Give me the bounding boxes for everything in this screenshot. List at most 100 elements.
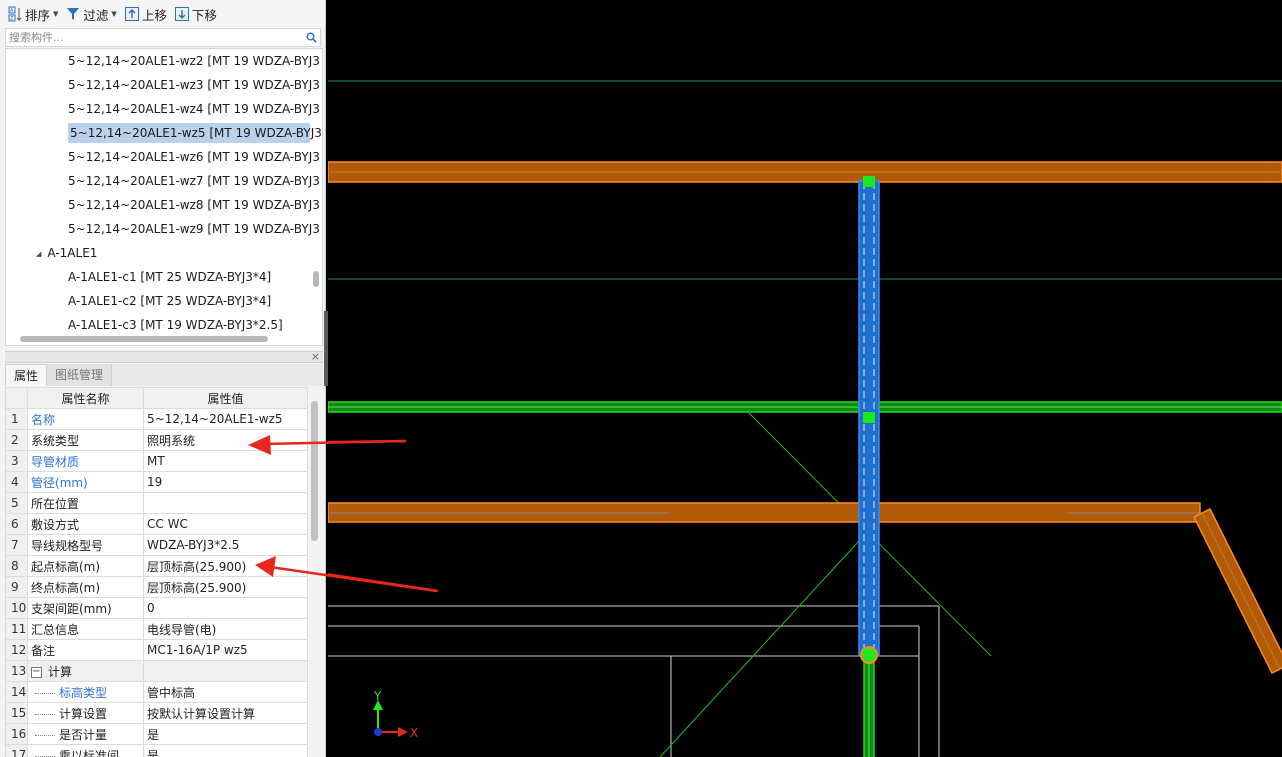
orange-cable-tray-diagonal[interactable] <box>1192 507 1282 675</box>
tree-group-label: A-1ALE1 <box>47 246 98 260</box>
tree-item[interactable]: 5~12,14~20ALE1-wz3 [MT 19 WDZA-BYJ3 <box>68 75 320 95</box>
table-row[interactable]: 7 导线规格型号 WDZA-BYJ3*2.5 <box>5 534 308 556</box>
table-row[interactable]: 5 所在位置 <box>5 492 308 514</box>
sort-button[interactable]: AZ 排序 ▼ <box>8 3 58 25</box>
header-index <box>5 387 28 409</box>
property-name: 所在位置 <box>27 492 144 514</box>
tree-item[interactable]: A-1ALE1-c3 [MT 19 WDZA-BYJ3*2.5] <box>68 315 283 335</box>
table-row[interactable]: 14 标高类型 管中标高 <box>5 681 308 703</box>
tree-indent-line <box>35 692 55 694</box>
table-row[interactable]: 16 是否计量 是 <box>5 723 308 745</box>
grip-point-top[interactable] <box>863 176 875 187</box>
component-tree: 5~12,14~20ALE1-wz2 [MT 19 WDZA-BYJ3 5~12… <box>5 48 323 346</box>
property-value[interactable]: 层顶标高(25.900) <box>143 576 308 598</box>
row-number: 10 <box>5 597 28 619</box>
tree-item[interactable]: 5~12,14~20ALE1-wz6 [MT 19 WDZA-BYJ3 <box>68 147 320 167</box>
row-number: 12 <box>5 639 28 661</box>
tree-indent-line <box>35 755 55 757</box>
table-row[interactable]: 2 系统类型 照明系统 <box>5 429 308 451</box>
property-name-cell: 标高类型 <box>27 681 144 703</box>
property-value[interactable]: 照明系统 <box>143 429 308 451</box>
property-value[interactable]: WDZA-BYJ3*2.5 <box>143 534 308 556</box>
collapse-minus-icon[interactable]: − <box>31 666 42 678</box>
search-input[interactable] <box>6 31 302 44</box>
property-value[interactable]: 19 <box>143 471 308 493</box>
tree-item[interactable]: 5~12,14~20ALE1-wz7 [MT 19 WDZA-BYJ3 <box>68 171 320 191</box>
property-value[interactable]: MT <box>143 450 308 472</box>
tree-item[interactable]: A-1ALE1-c2 [MT 25 WDZA-BYJ3*4] <box>68 291 271 311</box>
grip-point-middle[interactable] <box>863 412 875 423</box>
tree-item[interactable]: 5~12,14~20ALE1-wz9 [MT 19 WDZA-BYJ3 <box>68 219 320 239</box>
table-row[interactable]: 8 起点标高(m) 层顶标高(25.900) <box>5 555 308 577</box>
grip-point-end[interactable] <box>860 646 878 664</box>
panel-splitter[interactable]: × <box>5 350 323 363</box>
property-value[interactable]: 是 <box>143 744 308 757</box>
property-value[interactable] <box>143 492 308 514</box>
row-number: 14 <box>5 681 28 703</box>
ucs-axis-icon <box>373 700 408 737</box>
search-icon[interactable] <box>302 32 320 43</box>
filter-button[interactable]: 过滤 ▼ <box>66 3 117 25</box>
table-row[interactable]: 10 支架间距(mm) 0 <box>5 597 308 619</box>
property-name: 起点标高(m) <box>27 555 144 577</box>
tab-drawing-management[interactable]: 图纸管理 <box>47 364 113 386</box>
move-down-button[interactable]: 下移 <box>174 3 217 25</box>
cad-canvas[interactable]: Y X <box>328 0 1282 757</box>
property-value[interactable]: CC WC <box>143 513 308 535</box>
property-value[interactable]: MC1-16A/1P wz5 <box>143 639 308 661</box>
property-value[interactable]: 按默认计算设置计算 <box>143 702 308 724</box>
property-value[interactable]: 层顶标高(25.900) <box>143 555 308 577</box>
cad-viewport[interactable]: Y X <box>328 0 1282 757</box>
property-value[interactable]: 0 <box>143 597 308 619</box>
row-number: 8 <box>5 555 28 577</box>
property-tabs: 属性 图纸管理 <box>5 364 323 386</box>
move-up-label: 上移 <box>141 7 167 23</box>
tree-item[interactable]: 5~12,14~20ALE1-wz2 [MT 19 WDZA-BYJ3 <box>68 51 320 71</box>
row-number: 9 <box>5 576 28 598</box>
tree-horizontal-scrollbar[interactable] <box>20 336 268 342</box>
property-name: 导线规格型号 <box>27 534 144 556</box>
tree-item[interactable]: A-1ALE1-c1 [MT 25 WDZA-BYJ3*4] <box>68 267 271 287</box>
close-icon[interactable]: × <box>311 350 320 363</box>
table-row[interactable]: 6 敷设方式 CC WC <box>5 513 308 535</box>
table-row[interactable]: 4 管径(mm) 19 <box>5 471 308 493</box>
green-conduit-horizontal[interactable] <box>328 401 1282 413</box>
table-row[interactable]: 11 汇总信息 电线导管(电) <box>5 618 308 640</box>
orange-cable-tray-middle[interactable] <box>328 502 1201 523</box>
property-table-scrollbar[interactable] <box>311 401 318 541</box>
table-row[interactable]: 17 乘以标准间 是 <box>5 744 308 757</box>
property-name: 计算设置 <box>59 706 108 721</box>
tree-indent-line <box>35 734 55 736</box>
property-name: 导管材质 <box>27 450 144 472</box>
table-row[interactable]: 1 名称 5~12,14~20ALE1-wz5 <box>5 408 308 430</box>
row-number: 3 <box>5 450 28 472</box>
tree-group[interactable]: ◢ A-1ALE1 <box>36 243 97 263</box>
tree-item[interactable]: 5~12,14~20ALE1-wz8 [MT 19 WDZA-BYJ3 <box>68 195 320 215</box>
left-panel: AZ 排序 ▼ 过滤 ▼ 上移 下移 搜索构件... 5~12,14~20ALE… <box>0 0 326 757</box>
green-conduit-vertical[interactable] <box>863 655 875 757</box>
property-value[interactable]: 电线导管(电) <box>143 618 308 640</box>
row-number: 16 <box>5 723 28 745</box>
sort-label: 排序 <box>25 7 51 23</box>
tree-item[interactable]: 5~12,14~20ALE1-wz4 [MT 19 WDZA-BYJ3 <box>68 99 320 119</box>
section-value-empty <box>143 660 308 682</box>
table-row[interactable]: 12 备注 MC1-16A/1P wz5 <box>5 639 308 661</box>
tree-item-selected[interactable]: 5~12,14~20ALE1-wz5 [MT 19 WDZA-BYJ3 <box>68 123 322 143</box>
tree-indent-line <box>35 713 55 715</box>
tree-vertical-scrollbar[interactable] <box>313 271 319 287</box>
table-row[interactable]: 3 导管材质 MT <box>5 450 308 472</box>
move-up-button[interactable]: 上移 <box>124 3 167 25</box>
collapse-triangle-icon[interactable]: ◢ <box>36 244 41 264</box>
svg-text:Z: Z <box>10 16 14 22</box>
orange-cable-tray-top[interactable] <box>328 161 1282 183</box>
table-row[interactable]: 9 终点标高(m) 层顶标高(25.900) <box>5 576 308 598</box>
tab-properties[interactable]: 属性 <box>5 364 48 386</box>
section-row-calculation[interactable]: 13 − 计算 <box>5 660 308 682</box>
property-value[interactable]: 5~12,14~20ALE1-wz5 <box>143 408 308 430</box>
header-property-name: 属性名称 <box>27 387 144 409</box>
table-row[interactable]: 15 计算设置 按默认计算设置计算 <box>5 702 308 724</box>
property-value[interactable]: 管中标高 <box>143 681 308 703</box>
svg-text:A: A <box>10 8 14 14</box>
property-value[interactable]: 是 <box>143 723 308 745</box>
row-number: 7 <box>5 534 28 556</box>
